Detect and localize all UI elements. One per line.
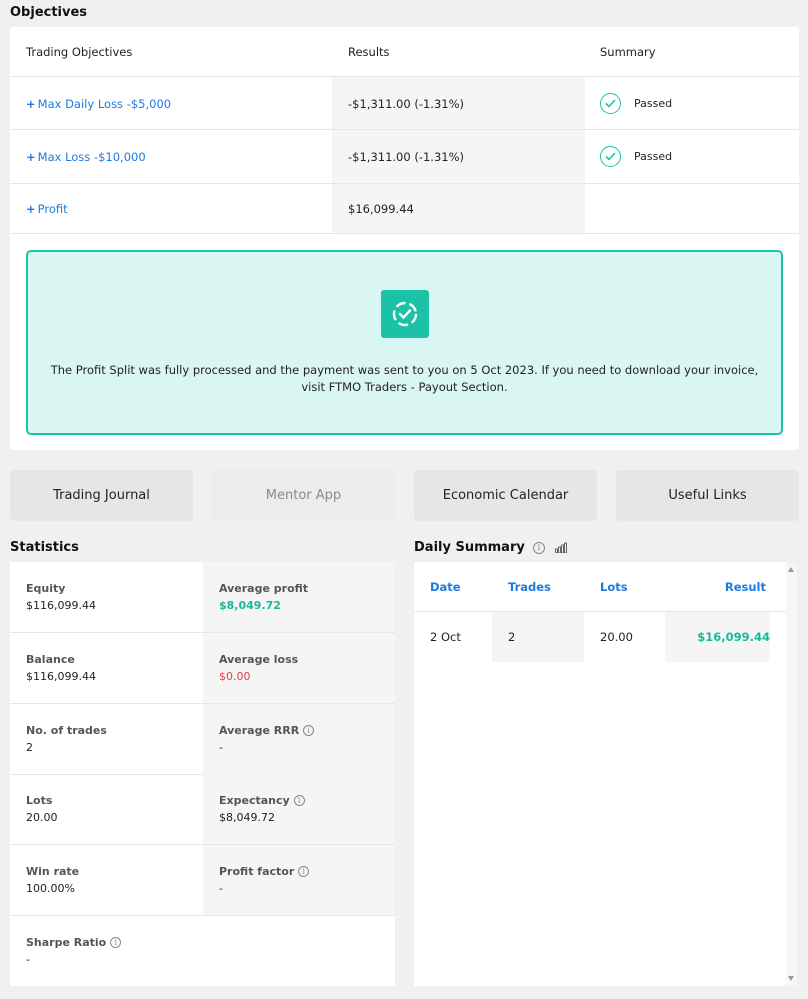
- daily-summary-title: Daily Summary: [414, 540, 525, 555]
- status-passed: Passed: [634, 150, 673, 163]
- daily-table-header: Date Trades Lots Result: [414, 562, 786, 612]
- header-trades[interactable]: Trades: [508, 580, 551, 594]
- status-passed: Passed: [634, 97, 673, 110]
- stat-label: Average loss: [219, 653, 299, 666]
- objective-result: -$1,311.00 (-1.31%): [348, 97, 464, 111]
- header-summary: Summary: [600, 45, 656, 59]
- daily-summary-card: Date Trades Lots Result 2 Oct 2 20.00 $1…: [414, 562, 797, 986]
- info-icon[interactable]: i: [532, 541, 545, 554]
- stat-value: -: [219, 741, 223, 754]
- objective-result: $16,099.44: [348, 202, 414, 216]
- info-icon[interactable]: i: [298, 866, 310, 877]
- stat-average-profit: Average profit $8,049.72: [219, 582, 308, 612]
- notice-text: The Profit Split was fully processed and…: [50, 363, 759, 394]
- stat-label: Balance: [26, 653, 75, 666]
- stat-label: Equity: [26, 582, 66, 595]
- stat-value: -: [219, 882, 223, 895]
- stat-row: Win rate 100.00% Profit factor i -: [10, 845, 395, 916]
- stat-value: $116,099.44: [26, 599, 96, 612]
- cell-lots: 20.00: [600, 630, 633, 644]
- check-circle-icon: [600, 146, 621, 167]
- stat-value: $0.00: [219, 670, 251, 683]
- stat-value: 100.00%: [26, 882, 75, 895]
- stat-label: Average RRR i: [219, 724, 315, 737]
- stat-label: Sharpe Ratio i: [26, 936, 122, 949]
- cell-date: 2 Oct: [430, 630, 461, 644]
- header-lots[interactable]: Lots: [600, 580, 628, 594]
- stat-row: No. of trades 2 Average RRR i -: [10, 704, 395, 775]
- objective-row-profit: + Profit $16,099.44: [10, 184, 799, 234]
- stat-value: $116,099.44: [26, 670, 96, 683]
- info-icon[interactable]: i: [303, 725, 315, 736]
- stat-value: $8,049.72: [219, 599, 281, 612]
- table-row: 2 Oct 2 20.00 $16,099.44: [414, 612, 786, 662]
- trading-journal-button[interactable]: Trading Journal: [10, 470, 193, 521]
- stat-value: 2: [26, 741, 33, 754]
- header-trading-objectives: Trading Objectives: [26, 45, 133, 59]
- objective-row-max-loss: + Max Loss -$10,000 -$1,311.00 (-1.31%) P…: [10, 130, 799, 184]
- stat-balance: Balance $116,099.44: [26, 653, 96, 683]
- objectives-title: Objectives: [10, 5, 88, 20]
- economic-calendar-button[interactable]: Economic Calendar: [414, 470, 597, 521]
- stat-average-rrr: Average RRR i -: [219, 724, 315, 754]
- cell-result: $16,099.44: [697, 630, 770, 644]
- objectives-table-header: Trading Objectives Results Summary: [10, 27, 799, 77]
- header-date[interactable]: Date: [430, 580, 461, 594]
- stat-no-of-trades: No. of trades 2: [26, 724, 107, 754]
- daily-scrollbar[interactable]: [786, 562, 797, 986]
- info-icon[interactable]: i: [293, 795, 305, 806]
- stat-row: Equity $116,099.44 Average profit $8,049…: [10, 562, 395, 633]
- stat-value: 20.00: [26, 811, 58, 824]
- stat-label: Expectancy i: [219, 794, 305, 807]
- objective-max-daily-loss-link[interactable]: + Max Daily Loss -$5,000: [26, 97, 171, 111]
- info-icon[interactable]: i: [110, 937, 122, 948]
- objective-summary: Passed: [600, 146, 672, 167]
- cell-trades: 2: [508, 630, 516, 644]
- stat-label: No. of trades: [26, 724, 107, 737]
- stat-row: Lots 20.00 Expectancy i $8,049.72: [10, 774, 395, 845]
- objective-summary: Passed: [600, 93, 672, 114]
- statistics-title: Statistics: [10, 540, 79, 555]
- statistics-card: Equity $116,099.44 Average profit $8,049…: [10, 562, 395, 986]
- bar-chart-icon[interactable]: [554, 542, 567, 553]
- stat-lots: Lots 20.00: [26, 794, 58, 824]
- objectives-card: Trading Objectives Results Summary + Max …: [10, 27, 799, 450]
- objective-max-loss-link[interactable]: + Max Loss -$10,000: [26, 150, 146, 164]
- stat-label: Profit factor i: [219, 865, 310, 878]
- dashed-check-icon: [381, 290, 429, 338]
- scroll-down-arrow-icon[interactable]: [788, 976, 794, 981]
- header-results: Results: [348, 45, 390, 59]
- useful-links-button[interactable]: Useful Links: [616, 470, 799, 521]
- header-result[interactable]: Result: [725, 580, 766, 594]
- stat-average-loss: Average loss $0.00: [219, 653, 298, 683]
- stat-row: Balance $116,099.44 Average loss $0.00: [10, 633, 395, 704]
- check-circle-icon: [600, 93, 621, 114]
- stat-profit-factor: Profit factor i -: [219, 865, 310, 895]
- objective-result: -$1,311.00 (-1.31%): [348, 150, 464, 164]
- expand-plus-icon: +: [26, 150, 36, 164]
- stat-value: -: [26, 953, 30, 966]
- stat-sharpe-ratio: Sharpe Ratio i -: [26, 936, 122, 966]
- daily-summary-header: Daily Summary i: [414, 540, 567, 555]
- expand-plus-icon: +: [26, 97, 36, 111]
- objective-row-max-daily-loss: + Max Daily Loss -$5,000 -$1,311.00 (-1.3…: [10, 77, 799, 130]
- expand-plus-icon: +: [26, 202, 36, 216]
- stat-label: Lots: [26, 794, 53, 807]
- stat-row: Sharpe Ratio i -: [10, 916, 395, 987]
- objective-profit-link[interactable]: + Profit: [26, 202, 68, 216]
- scroll-up-arrow-icon[interactable]: [788, 567, 794, 572]
- stat-label: Win rate: [26, 865, 80, 878]
- mentor-app-button[interactable]: Mentor App: [212, 470, 395, 521]
- stat-value: $8,049.72: [219, 811, 275, 824]
- stat-win-rate: Win rate 100.00%: [26, 865, 79, 895]
- stat-expectancy: Expectancy i $8,049.72: [219, 794, 305, 824]
- stat-equity: Equity $116,099.44: [26, 582, 96, 612]
- stat-label: Average profit: [219, 582, 309, 595]
- payout-notice: The Profit Split was fully processed and…: [26, 250, 783, 435]
